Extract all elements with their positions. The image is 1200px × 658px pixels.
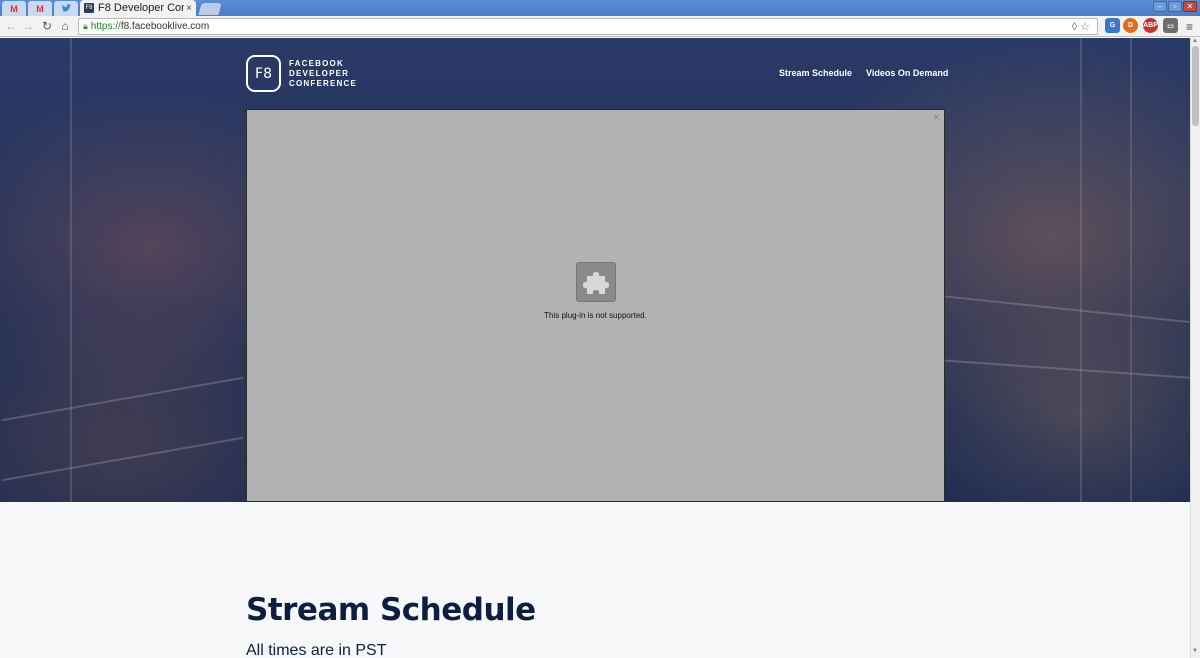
railing [1, 376, 244, 422]
duckduckgo-icon[interactable]: D [1123, 18, 1138, 33]
schedule-subtitle: All times are in PST [246, 642, 387, 658]
url-host: f8.facebooklive.com [120, 21, 210, 32]
reload-icon[interactable]: ↻ [40, 19, 54, 33]
chrome-menu-icon[interactable]: ≡ [1186, 20, 1193, 34]
address-bar[interactable]: 🔒︎ https:// f8.facebooklive.com ◊☆ [78, 18, 1098, 35]
beam [70, 38, 72, 502]
home-icon[interactable]: ⌂ [58, 19, 72, 33]
adblock-plus-icon[interactable]: ABP [1143, 18, 1158, 33]
tab-title: F8 Developer Con [98, 2, 185, 14]
nav-stream-schedule[interactable]: Stream Schedule [779, 68, 852, 78]
screenshot-icon[interactable]: ▭ [1163, 18, 1178, 33]
lock-icon: 🔒︎ [83, 21, 88, 31]
player-close-icon[interactable]: × [933, 110, 940, 124]
bookmark-star-icon[interactable]: ◊☆ [1072, 20, 1093, 33]
window-close-icon[interactable]: ✕ [1183, 1, 1197, 12]
brand-line: FACEBOOK [289, 58, 344, 68]
f8-brand[interactable]: F8 FACEBOOK DEVELOPER CONFERENCE [246, 55, 357, 92]
browser-toolbar: ← → ↻ ⌂ 🔒︎ https:// f8.facebooklive.com … [0, 16, 1200, 37]
hero-background: F8 FACEBOOK DEVELOPER CONFERENCE Stream … [0, 38, 1190, 502]
beam [1130, 38, 1132, 502]
gmail-icon[interactable]: M [2, 1, 26, 16]
tab-strip: M M F8 F8 Developer Con × – ▫ ✕ [0, 0, 1200, 16]
forward-arrow-icon[interactable]: → [21, 19, 35, 33]
page-scrollbar[interactable]: ▲ ▼ [1190, 38, 1200, 658]
video-player[interactable]: × This plug-in is not supported. [246, 109, 945, 502]
brand-line: DEVELOPER [289, 68, 350, 78]
scrollbar-thumb[interactable] [1192, 46, 1199, 126]
railing [940, 359, 1190, 379]
f8-favicon-icon: F8 [84, 3, 94, 13]
page-viewport: F8 FACEBOOK DEVELOPER CONFERENCE Stream … [0, 38, 1190, 658]
gmail-icon[interactable]: M [28, 1, 52, 16]
brand-line: CONFERENCE [289, 78, 358, 88]
f8-logo: F8 [246, 55, 281, 92]
new-tab-button[interactable] [198, 3, 222, 15]
schedule-heading: Stream Schedule [246, 592, 536, 628]
translate-icon[interactable]: G [1105, 18, 1120, 33]
railing [1, 436, 244, 482]
beam [1080, 38, 1082, 502]
railing [940, 294, 1190, 324]
nav-videos-on-demand[interactable]: Videos On Demand [866, 68, 948, 78]
brand-text: FACEBOOK DEVELOPER CONFERENCE [289, 59, 357, 89]
tab-f8-developer-conference[interactable]: F8 F8 Developer Con × [80, 0, 196, 16]
twitter-icon[interactable] [54, 1, 78, 16]
tab-close-icon[interactable]: × [186, 3, 192, 14]
minimize-icon[interactable]: – [1153, 1, 1167, 12]
scroll-down-icon[interactable]: ▼ [1192, 648, 1198, 654]
url-protocol: https:// [90, 21, 121, 32]
back-arrow-icon[interactable]: ← [4, 19, 18, 33]
plugin-unsupported-message: This plug-in is not supported. [544, 311, 647, 320]
scroll-up-icon[interactable]: ▲ [1192, 38, 1198, 44]
puzzle-piece-icon [576, 262, 616, 302]
maximize-icon[interactable]: ▫ [1168, 1, 1182, 12]
